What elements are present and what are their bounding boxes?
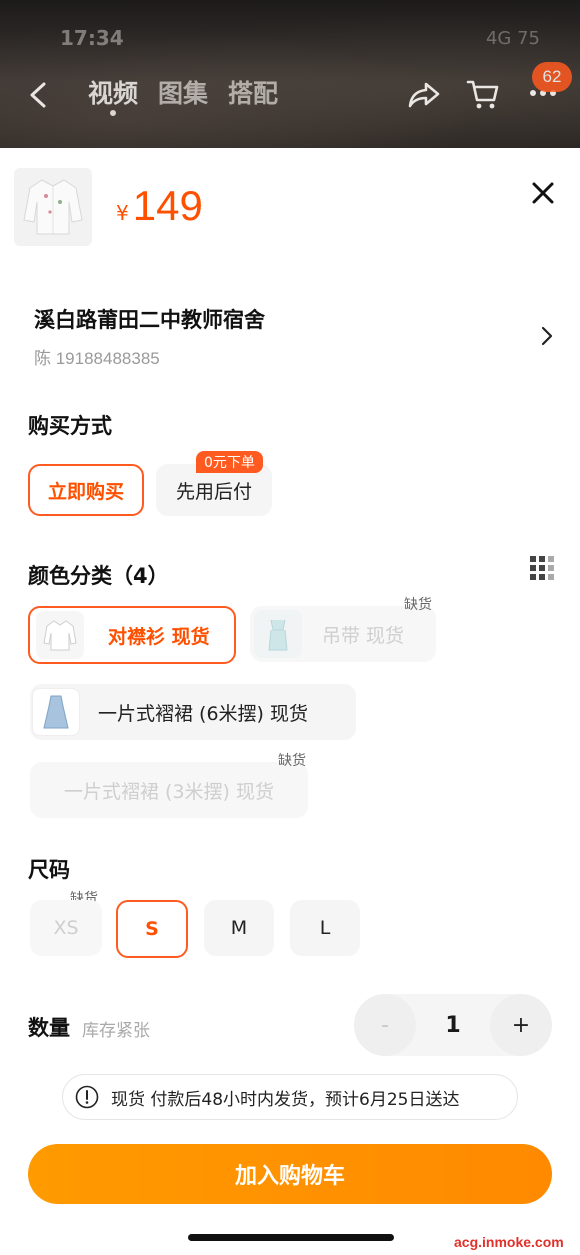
camisole-swatch: [254, 610, 302, 658]
product-thumbnail[interactable]: [14, 168, 92, 246]
skirt-image: [43, 695, 69, 729]
back-icon[interactable]: [24, 78, 54, 112]
quantity-label: 数量: [28, 1016, 70, 1040]
blouse-image: [23, 179, 83, 235]
home-indicator[interactable]: [188, 1234, 394, 1241]
status-indicators: 4G 75: [485, 28, 540, 49]
status-time: 17:34: [60, 26, 124, 50]
size-option-l[interactable]: L: [290, 900, 360, 956]
add-to-cart-button[interactable]: 加入购物车: [28, 1144, 552, 1204]
message-count-badge: 62: [532, 62, 572, 92]
skirt-6m-label: 一片式褶裙 (6米摆) 现货: [98, 702, 308, 725]
color-option-skirt-3m[interactable]: 一片式褶裙 (3米摆) 现货: [30, 762, 308, 818]
delivery-notice-text: 现货 付款后48小时内发货，预计6月25日送达: [111, 1089, 460, 1110]
skirt-swatch: [32, 688, 80, 736]
color-title: 颜色分类（4）: [28, 564, 169, 588]
active-tab-dot: [110, 110, 116, 116]
camisole-image: [268, 619, 288, 651]
size-title: 尺码: [28, 858, 70, 882]
tab-outfit[interactable]: 搭配: [228, 74, 278, 110]
buy-now-label: 立即购买: [47, 480, 124, 503]
quantity-stepper: - 1 +: [354, 994, 552, 1056]
tab-video[interactable]: 视频: [88, 74, 139, 116]
address-line: 溪白路莆田二中教师宿舍: [34, 308, 265, 332]
size-option-s[interactable]: S: [116, 900, 188, 958]
size-m-label: M: [230, 917, 248, 939]
exclamation-icon: [75, 1085, 99, 1109]
decrease-button[interactable]: -: [354, 994, 416, 1056]
close-icon[interactable]: [528, 178, 558, 208]
price: ¥ 149: [116, 182, 203, 230]
cardigan-label: 对襟衫 现货: [108, 625, 210, 648]
color-option-cardigan[interactable]: 对襟衫 现货: [28, 606, 236, 664]
tab-outfit-label: 搭配: [228, 79, 279, 108]
media-tabs: 视频 图集 搭配: [88, 74, 278, 116]
camisole-label: 吊带 现货: [322, 624, 405, 647]
currency-symbol: ¥: [116, 201, 129, 225]
shipping-address[interactable]: 溪白路莆田二中教师宿舍 陈 19188488385: [34, 304, 554, 368]
cardigan-swatch: [36, 611, 84, 659]
size-s-label: S: [145, 918, 159, 940]
increase-button[interactable]: +: [490, 994, 552, 1056]
address-contact: 陈 19188488385: [34, 349, 160, 368]
sku-sheet: ¥ 149 溪白路莆田二中教师宿舍 陈 19188488385 购买方式 立即购…: [0, 148, 580, 1255]
skirt-3m-out-of-stock: 缺货: [278, 753, 306, 769]
size-l-label: L: [319, 917, 331, 939]
share-icon[interactable]: [406, 78, 442, 110]
size-option-m[interactable]: M: [204, 900, 274, 956]
camisole-out-of-stock: 缺货: [404, 597, 432, 613]
delivery-notice: 现货 付款后48小时内发货，预计6月25日送达: [62, 1074, 518, 1120]
color-option-camisole[interactable]: 吊带 现货: [250, 606, 436, 662]
price-value: 149: [132, 182, 203, 229]
cart-icon[interactable]: [465, 76, 501, 112]
color-option-skirt-6m[interactable]: 一片式褶裙 (6米摆) 现货: [30, 684, 356, 740]
cardigan-image: [43, 620, 77, 651]
size-xs-label: XS: [53, 917, 79, 939]
top-bar: 17:34 4G 75 视频 图集 搭配 62: [0, 0, 580, 150]
tab-gallery-label: 图集: [158, 79, 209, 108]
pay-later-label: 先用后付: [175, 480, 252, 503]
tab-gallery[interactable]: 图集: [158, 74, 208, 110]
buy-now-option[interactable]: 立即购买: [28, 464, 144, 516]
purchase-method-title: 购买方式: [28, 414, 112, 438]
tab-video-label: 视频: [88, 79, 139, 108]
watermark: acg.inmoke.com: [454, 1234, 564, 1250]
grid-view-icon[interactable]: [530, 556, 554, 580]
zero-down-tag: 0元下单: [196, 451, 263, 473]
quantity-value[interactable]: 1: [416, 994, 490, 1056]
size-option-xs[interactable]: XS: [30, 900, 102, 956]
skirt-3m-label: 一片式褶裙 (3米摆) 现货: [64, 780, 274, 803]
stock-status: 库存紧张: [82, 1021, 150, 1041]
chevron-right-icon: [541, 326, 553, 346]
